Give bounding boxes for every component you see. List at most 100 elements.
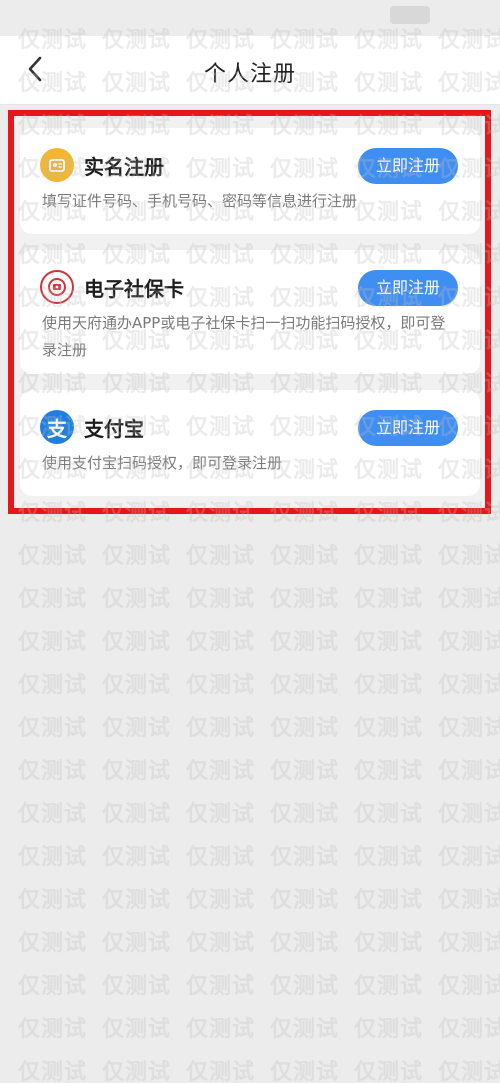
watermark-text: 仅测试 (354, 673, 424, 698)
watermark-text: 仅测试 (270, 759, 340, 784)
watermark-text: 仅测试 (438, 802, 500, 827)
watermark-text: 仅测试 (18, 673, 88, 698)
page-title: 个人注册 (203, 62, 296, 87)
watermark-text: 仅测试 (18, 845, 88, 870)
register-now-button-social-security[interactable]: 立即注册 (358, 270, 458, 306)
real-name-registration-card: 实名注册 填写证件号码、手机号码、密码等信息进行注册 立即注册 (20, 128, 480, 234)
watermark-text: 仅测试 (270, 587, 340, 612)
card-title-row: 电子社保卡 (40, 270, 184, 304)
watermark-text: 仅测试 (18, 802, 88, 827)
card-title: 电子社保卡 (84, 276, 184, 301)
watermark-text: 仅测试 (186, 845, 256, 870)
watermark-text: 仅测试 (18, 1017, 88, 1042)
watermark-text: 仅测试 (270, 630, 340, 655)
watermark-text: 仅测试 (102, 673, 172, 698)
register-now-button-alipay[interactable]: 立即注册 (358, 410, 458, 446)
watermark-text: 仅测试 (354, 587, 424, 612)
watermark-text: 仅测试 (18, 931, 88, 956)
card-title: 支付宝 (84, 416, 144, 441)
card-description: 使用天府通办APP或电子社保卡扫一扫功能扫码授权，即可登录注册 (42, 314, 446, 359)
watermark-text: 仅测试 (270, 716, 340, 741)
watermark-text: 仅测试 (438, 931, 500, 956)
watermark-text: 仅测试 (270, 544, 340, 569)
watermark-text: 仅测试 (102, 1017, 172, 1042)
watermark-text: 仅测试 (186, 802, 256, 827)
watermark-text: 仅测试 (354, 802, 424, 827)
watermark-text: 仅测试 (18, 888, 88, 913)
card-description: 使用支付宝扫码授权，即可登录注册 (42, 454, 283, 472)
watermark-text: 仅测试 (102, 587, 172, 612)
id-card-icon (40, 148, 74, 182)
register-now-button-real-name[interactable]: 立即注册 (358, 148, 458, 184)
card-title: 实名注册 (84, 154, 164, 179)
alipay-icon: 支 (40, 410, 74, 444)
watermark-text: 仅测试 (186, 544, 256, 569)
watermark-text: 仅测试 (438, 759, 500, 784)
social-security-card-registration-card: 电子社保卡 使用天府通办APP或电子社保卡扫一扫功能扫码授权，即可登录注册 立即… (20, 250, 480, 374)
watermark-text: 仅测试 (438, 673, 500, 698)
watermark-text: 仅测试 (186, 587, 256, 612)
watermark-text: 仅测试 (102, 974, 172, 999)
watermark-text: 仅测试 (18, 544, 88, 569)
top-nav-bar: 个人注册 (0, 36, 500, 105)
watermark-text: 仅测试 (270, 673, 340, 698)
watermark-text: 仅测试 (18, 974, 88, 999)
watermark-text: 仅测试 (102, 544, 172, 569)
watermark-text: 仅测试 (186, 673, 256, 698)
watermark-text: 仅测试 (270, 802, 340, 827)
status-bar (0, 0, 500, 36)
watermark-text: 仅测试 (102, 630, 172, 655)
watermark-text: 仅测试 (438, 845, 500, 870)
card-title-row: 实名注册 (40, 148, 164, 182)
status-bar-indicator (390, 6, 430, 24)
watermark-text: 仅测试 (354, 716, 424, 741)
watermark-text: 仅测试 (102, 759, 172, 784)
watermark-text: 仅测试 (18, 1060, 88, 1083)
watermark-text: 仅测试 (270, 1017, 340, 1042)
watermark-text: 仅测试 (186, 630, 256, 655)
social-security-icon (40, 270, 74, 304)
watermark-text: 仅测试 (18, 630, 88, 655)
watermark-text: 仅测试 (438, 1060, 500, 1083)
watermark-text: 仅测试 (102, 1060, 172, 1083)
watermark-text: 仅测试 (438, 544, 500, 569)
watermark-text: 仅测试 (186, 888, 256, 913)
watermark-text: 仅测试 (18, 587, 88, 612)
watermark-text: 仅测试 (102, 888, 172, 913)
watermark-text: 仅测试 (186, 931, 256, 956)
watermark-text: 仅测试 (186, 1017, 256, 1042)
watermark-text: 仅测试 (438, 974, 500, 999)
watermark-text: 仅测试 (438, 716, 500, 741)
watermark-text: 仅测试 (270, 845, 340, 870)
watermark-text: 仅测试 (186, 716, 256, 741)
card-title-row: 支 支付宝 (40, 410, 144, 444)
watermark-text: 仅测试 (18, 716, 88, 741)
alipay-registration-card: 支 支付宝 使用支付宝扫码授权，即可登录注册 立即注册 (20, 390, 480, 496)
watermark-text: 仅测试 (186, 1060, 256, 1083)
watermark-text: 仅测试 (354, 759, 424, 784)
watermark-text: 仅测试 (354, 888, 424, 913)
watermark-text: 仅测试 (186, 759, 256, 784)
watermark-text: 仅测试 (354, 1060, 424, 1083)
watermark-text: 仅测试 (438, 587, 500, 612)
watermark-text: 仅测试 (354, 630, 424, 655)
watermark-text: 仅测试 (270, 974, 340, 999)
watermark-text: 仅测试 (270, 888, 340, 913)
watermark-text: 仅测试 (354, 1017, 424, 1042)
watermark-text: 仅测试 (354, 544, 424, 569)
watermark-text: 仅测试 (186, 974, 256, 999)
watermark-text: 仅测试 (102, 716, 172, 741)
card-description: 填写证件号码、手机号码、密码等信息进行注册 (42, 192, 358, 210)
watermark-text: 仅测试 (354, 845, 424, 870)
watermark-text: 仅测试 (270, 931, 340, 956)
watermark-text: 仅测试 (102, 802, 172, 827)
watermark-text: 仅测试 (354, 931, 424, 956)
watermark-text: 仅测试 (438, 1017, 500, 1042)
watermark-text: 仅测试 (102, 845, 172, 870)
watermark-text: 仅测试 (438, 630, 500, 655)
watermark-text: 仅测试 (438, 888, 500, 913)
watermark-text: 仅测试 (18, 759, 88, 784)
watermark-text: 仅测试 (270, 1060, 340, 1083)
watermark-text: 仅测试 (354, 974, 424, 999)
watermark-text: 仅测试 (102, 931, 172, 956)
